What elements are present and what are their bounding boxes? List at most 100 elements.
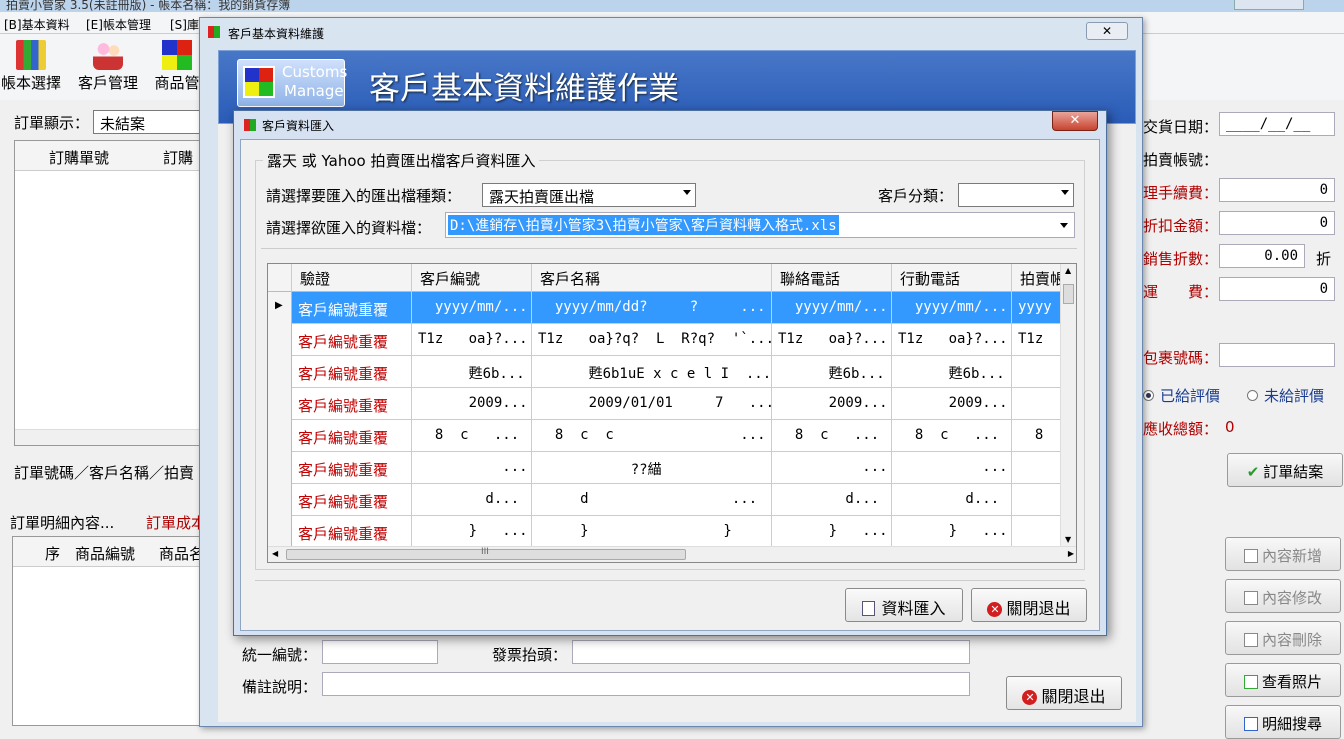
table-cell[interactable]: T1z bbox=[1012, 324, 1062, 356]
table-cell[interactable]: T1z oa}?... bbox=[892, 324, 1012, 356]
table-cell[interactable]: 甦6b1uE x c e l I ... bbox=[532, 356, 772, 388]
col-mobile[interactable]: 行動電話 bbox=[892, 264, 1012, 292]
table-row[interactable]: ▶ 客戶編號重覆 yyyy/mm/... yyyy/mm/dd? ? ... yy… bbox=[268, 292, 1062, 324]
rated-radio[interactable]: 已給評價 bbox=[1143, 385, 1220, 406]
package-input[interactable] bbox=[1219, 343, 1335, 367]
table-cell[interactable]: yyyy/mm/... bbox=[412, 292, 532, 324]
menu-basic-data[interactable]: [B]基本資料 bbox=[4, 16, 70, 33]
row-header[interactable] bbox=[268, 356, 292, 388]
add-detail-button[interactable]: 內容新增 bbox=[1225, 537, 1341, 571]
row-header[interactable] bbox=[268, 484, 292, 516]
table-row[interactable]: 客戶編號重覆 d... d ... d... d... bbox=[268, 484, 1062, 516]
category-select[interactable] bbox=[958, 183, 1074, 207]
order-display-select[interactable]: 未結案 bbox=[93, 110, 213, 134]
import-data-grid[interactable]: 驗證 客戶編號 客戶名稱 聯絡電話 行動電話 拍賣帳 ▶ 客戶編號重覆 yyyy/… bbox=[267, 263, 1077, 563]
col-auction-account[interactable]: 拍賣帳 bbox=[1012, 264, 1062, 292]
col-product-name[interactable]: 商品名 bbox=[159, 543, 204, 564]
sales-discount-input[interactable]: 0.00 bbox=[1219, 244, 1305, 268]
table-cell[interactable]: d... bbox=[412, 484, 532, 516]
table-cell[interactable]: 8 c ... bbox=[412, 420, 532, 452]
shipping-input[interactable]: 0 bbox=[1219, 277, 1335, 301]
table-cell[interactable] bbox=[1012, 452, 1062, 484]
row-header[interactable] bbox=[268, 516, 292, 548]
menu-ledger[interactable]: [E]帳本管理 bbox=[86, 16, 151, 33]
table-row[interactable]: 客戶編號重覆 } ... } } } ... } ... bbox=[268, 516, 1062, 548]
window-controls[interactable] bbox=[1234, 0, 1304, 10]
import-dialog-close-button[interactable]: ✕ bbox=[1052, 111, 1098, 131]
table-cell[interactable]: 2009... bbox=[412, 388, 532, 420]
table-cell[interactable]: yyyy/mm/... bbox=[892, 292, 1012, 324]
table-cell[interactable]: 客戶編號重覆 bbox=[292, 484, 412, 516]
tax-id-input[interactable] bbox=[322, 640, 438, 664]
table-row[interactable]: 客戶編號重覆 甦6b... 甦6b1uE x c e l I ... 甦6b..… bbox=[268, 356, 1062, 388]
file-path-input[interactable]: D:\進銷存\拍賣小管家3\拍賣小管家\客戶資料轉入格式.xls bbox=[445, 212, 1075, 238]
table-cell[interactable]: T1z oa}?q? L R?q? '`... bbox=[532, 324, 772, 356]
table-cell[interactable]: 8 bbox=[1012, 420, 1062, 452]
table-cell[interactable]: ... bbox=[412, 452, 532, 484]
table-cell[interactable]: 客戶編號重覆 bbox=[292, 292, 412, 324]
table-cell[interactable]: ... bbox=[772, 452, 892, 484]
view-photo-button[interactable]: 查看照片 bbox=[1225, 663, 1341, 697]
table-cell[interactable]: T1z oa}?... bbox=[772, 324, 892, 356]
table-row[interactable]: 客戶編號重覆 ... ??緢 ... ... bbox=[268, 452, 1062, 484]
table-cell[interactable]: T1z oa}?... bbox=[412, 324, 532, 356]
col-order-number[interactable]: 訂購單號 bbox=[49, 147, 109, 168]
fee-input[interactable]: 0 bbox=[1219, 178, 1335, 202]
col-order-date[interactable]: 訂購 bbox=[163, 147, 193, 168]
table-cell[interactable]: d... bbox=[892, 484, 1012, 516]
file-type-select[interactable]: 露天拍賣匯出檔 bbox=[482, 183, 696, 207]
table-row[interactable]: 客戶編號重覆 8 c ... 8 c c ... 8 c ... 8 c ...… bbox=[268, 420, 1062, 452]
customer-manage-button[interactable]: 客戶管理 bbox=[74, 40, 142, 93]
table-cell[interactable]: 客戶編號重覆 bbox=[292, 420, 412, 452]
row-header[interactable]: ▶ bbox=[268, 292, 292, 324]
table-cell[interactable] bbox=[1012, 484, 1062, 516]
row-header[interactable] bbox=[268, 388, 292, 420]
table-cell[interactable]: 客戶編號重覆 bbox=[292, 516, 412, 548]
table-cell[interactable]: } ... bbox=[892, 516, 1012, 548]
detail-grid[interactable]: 序 商品編號 商品名 bbox=[12, 536, 204, 726]
table-cell[interactable]: yyyy/mm/... bbox=[772, 292, 892, 324]
table-cell[interactable]: 客戶編號重覆 bbox=[292, 452, 412, 484]
ship-date-input[interactable]: ____/__/__ bbox=[1219, 112, 1335, 136]
order-list-hscroll[interactable] bbox=[15, 429, 205, 445]
table-cell[interactable]: yyyy bbox=[1012, 292, 1062, 324]
table-cell[interactable]: 8 c ... bbox=[892, 420, 1012, 452]
table-cell[interactable]: yyyy/mm/dd? ? ... bbox=[532, 292, 772, 324]
table-cell[interactable]: 甦6b... bbox=[892, 356, 1012, 388]
col-seq[interactable]: 序 bbox=[45, 543, 60, 564]
table-cell[interactable] bbox=[1012, 388, 1062, 420]
table-cell[interactable]: 甦6b... bbox=[412, 356, 532, 388]
order-list[interactable]: 訂購單號 訂購 bbox=[14, 140, 205, 446]
table-cell[interactable]: } ... bbox=[772, 516, 892, 548]
unrated-radio[interactable]: 未給評價 bbox=[1247, 385, 1324, 406]
table-cell[interactable]: d... bbox=[772, 484, 892, 516]
col-phone[interactable]: 聯絡電話 bbox=[772, 264, 892, 292]
table-cell[interactable]: ??緢 bbox=[532, 452, 772, 484]
grid-hscroll[interactable]: ◀ III ▶ bbox=[268, 546, 1076, 562]
table-cell[interactable]: 甦6b... bbox=[772, 356, 892, 388]
discount-input[interactable]: 0 bbox=[1219, 211, 1335, 235]
col-customer-code[interactable]: 客戶編號 bbox=[412, 264, 532, 292]
edit-detail-button[interactable]: 內容修改 bbox=[1225, 579, 1341, 613]
col-product-code[interactable]: 商品編號 bbox=[75, 543, 135, 564]
row-header[interactable] bbox=[268, 324, 292, 356]
import-data-button[interactable]: 資料匯入 bbox=[845, 588, 963, 622]
invoice-title-input[interactable] bbox=[572, 640, 970, 664]
table-cell[interactable]: 客戶編號重覆 bbox=[292, 388, 412, 420]
import-close-button[interactable]: ✕ 關閉退出 bbox=[971, 588, 1087, 622]
table-cell[interactable]: d ... bbox=[532, 484, 772, 516]
customer-close-button[interactable]: ✕ 關閉退出 bbox=[1006, 676, 1122, 710]
table-row[interactable]: 客戶編號重覆 T1z oa}?... T1z oa}?q? L R?q? '`...… bbox=[268, 324, 1062, 356]
row-header[interactable] bbox=[268, 452, 292, 484]
delete-detail-button[interactable]: 內容刪除 bbox=[1225, 621, 1341, 655]
table-cell[interactable]: 2009/01/01 7 ... bbox=[532, 388, 772, 420]
col-verify[interactable]: 驗證 bbox=[292, 264, 412, 292]
customer-window-close-button[interactable]: ✕ bbox=[1086, 22, 1128, 40]
row-header[interactable] bbox=[268, 420, 292, 452]
grid-vscroll[interactable]: ▲ ▼ bbox=[1060, 264, 1076, 546]
hscroll-thumb[interactable]: III bbox=[286, 547, 686, 560]
table-cell[interactable] bbox=[1012, 516, 1062, 548]
product-manage-button[interactable]: 商品管 bbox=[154, 40, 200, 93]
table-cell[interactable] bbox=[1012, 356, 1062, 388]
table-cell[interactable]: 客戶編號重覆 bbox=[292, 324, 412, 356]
